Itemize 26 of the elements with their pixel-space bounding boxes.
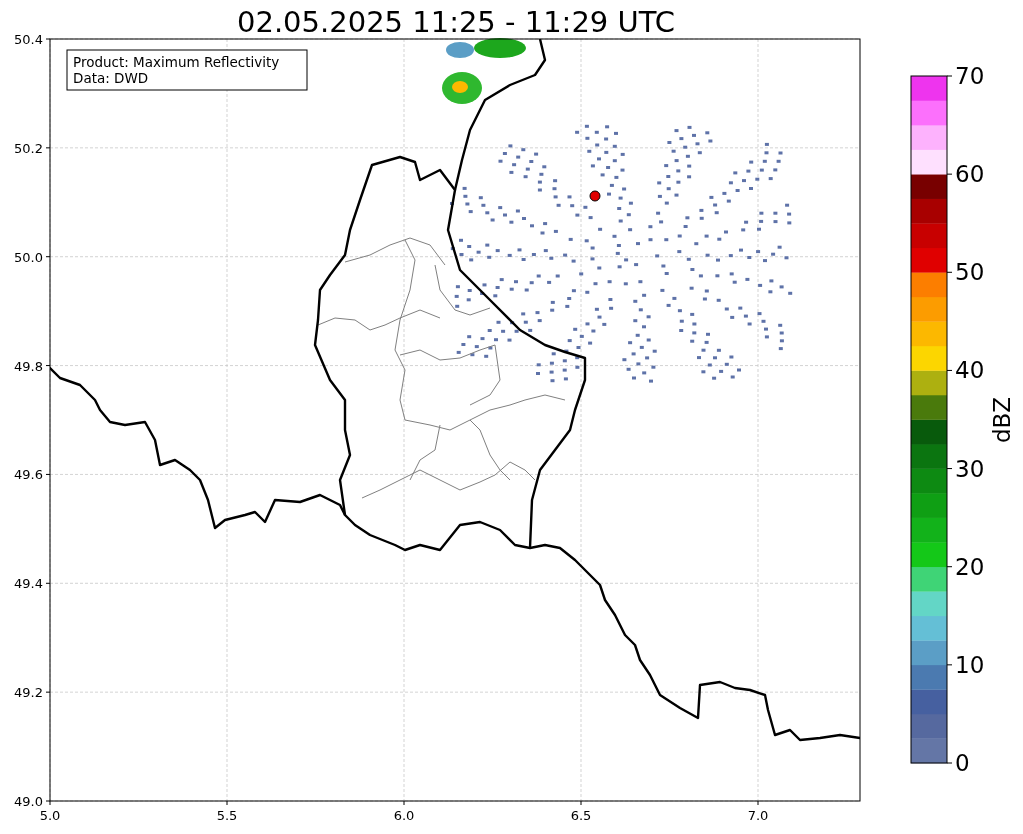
tick-label: 6.0 xyxy=(393,808,415,823)
colorbar-tick-label: 60 xyxy=(955,161,985,188)
tick-label: 49.8 xyxy=(14,358,43,374)
tick-label: 5.0 xyxy=(39,808,61,823)
tick-label: 6.5 xyxy=(570,808,592,823)
colorbar-tick-label: 70 xyxy=(955,63,985,89)
tick-label: 5.5 xyxy=(216,808,238,823)
tick-label: 7.0 xyxy=(747,808,769,823)
colorbar-tick-label: 30 xyxy=(955,455,985,482)
colorbar-tick-label: 10 xyxy=(955,651,985,678)
legend-text: Product: Maximum Reflectivity xyxy=(73,54,280,70)
plot-title: 02.05.2025 11:25 - 11:29 UTC xyxy=(237,5,675,39)
legend-text: Data: DWD xyxy=(73,70,149,86)
tick-label: 50.4 xyxy=(14,32,43,47)
colorbar-tick-label: 0 xyxy=(955,750,970,776)
tick-label: 49.2 xyxy=(14,685,43,701)
tick-label: 50.2 xyxy=(14,140,43,156)
colorbar-tick-label: 20 xyxy=(955,553,985,580)
tick-label: 49.0 xyxy=(14,794,43,809)
colorbar-label: dBZ xyxy=(989,396,1015,444)
colorbar-tick-label: 40 xyxy=(955,357,985,384)
tick-label: 49.4 xyxy=(14,576,43,592)
colorbar-tick-label: 50 xyxy=(955,259,985,286)
tick-label: 50.0 xyxy=(14,249,43,265)
site-marker xyxy=(589,190,601,202)
tick-label: 49.6 xyxy=(14,467,43,483)
